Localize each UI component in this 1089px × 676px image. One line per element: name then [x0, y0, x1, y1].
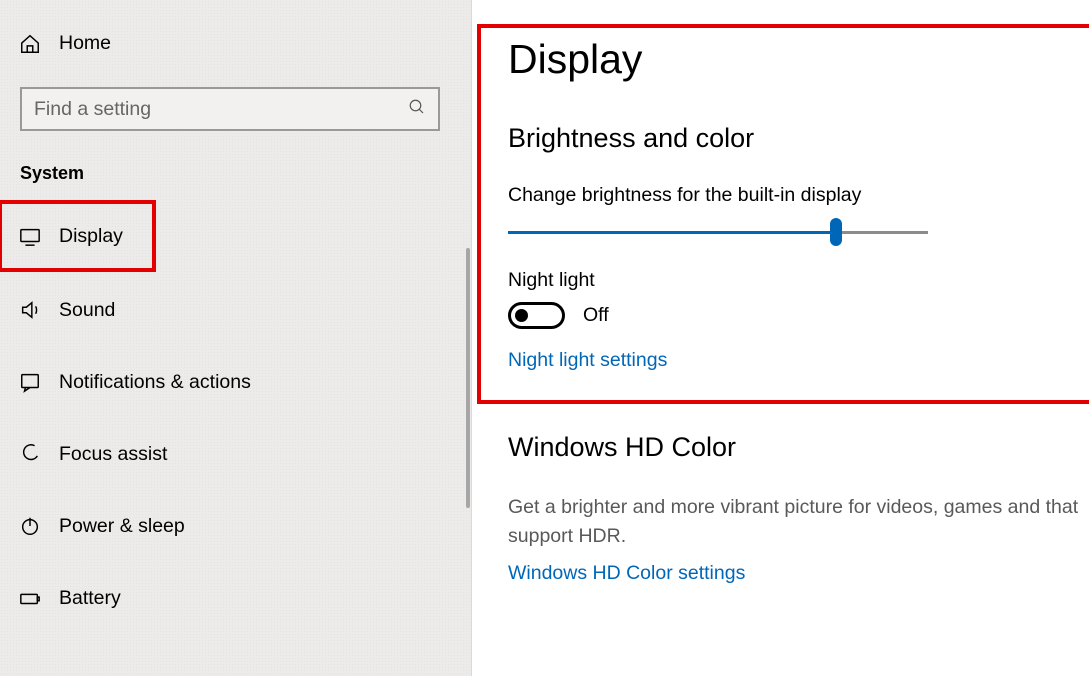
sound-icon [19, 299, 59, 321]
hd-description: Get a brighter and more vibrant picture … [508, 493, 1089, 552]
focus-assist-icon [19, 443, 59, 465]
main-content: Display Brightness and color Change brig… [472, 0, 1089, 676]
search-box[interactable] [20, 87, 440, 131]
brightness-slider-label: Change brightness for the built-in displ… [508, 184, 1089, 207]
sidebar-item-label: Power & sleep [59, 515, 185, 538]
power-icon [19, 515, 59, 537]
brightness-slider[interactable] [508, 217, 928, 247]
sidebar-item-label: Battery [59, 587, 121, 610]
home-nav[interactable]: Home [0, 18, 471, 69]
hd-settings-link[interactable]: Windows HD Color settings [508, 562, 745, 585]
notifications-icon [19, 371, 59, 393]
battery-icon [19, 587, 59, 609]
search-icon [408, 98, 426, 120]
toggle-knob [515, 309, 528, 322]
page-title: Display [508, 36, 1089, 83]
display-icon [19, 225, 59, 247]
slider-fill [508, 231, 836, 234]
night-light-state: Off [583, 304, 609, 327]
sidebar-item-notifications[interactable]: Notifications & actions [0, 346, 471, 418]
sidebar-item-sound[interactable]: Sound [0, 274, 471, 346]
night-light-toggle[interactable] [508, 302, 565, 329]
search-input[interactable] [34, 98, 408, 121]
sidebar-item-label: Display [59, 225, 123, 248]
night-light-label: Night light [508, 269, 1089, 292]
sidebar-item-power-sleep[interactable]: Power & sleep [0, 490, 471, 562]
brightness-section-title: Brightness and color [508, 123, 1089, 154]
nav-list: Display Sound Notifications & actions Fo… [0, 202, 471, 634]
sidebar-item-battery[interactable]: Battery [0, 562, 471, 634]
night-light-settings-link[interactable]: Night light settings [508, 349, 667, 372]
sidebar-item-display[interactable]: Display [0, 202, 154, 270]
sidebar-item-focus-assist[interactable]: Focus assist [0, 418, 471, 490]
category-label: System [0, 131, 471, 202]
sidebar-scrollbar[interactable] [466, 248, 470, 508]
slider-thumb[interactable] [830, 218, 842, 246]
home-label: Home [59, 32, 111, 55]
hd-section-title: Windows HD Color [508, 432, 1089, 463]
sidebar-item-label: Notifications & actions [59, 371, 251, 394]
settings-sidebar: Home System Display Sound Notifications … [0, 0, 472, 676]
home-icon [19, 33, 59, 55]
sidebar-item-label: Sound [59, 299, 115, 322]
sidebar-item-label: Focus assist [59, 443, 167, 466]
